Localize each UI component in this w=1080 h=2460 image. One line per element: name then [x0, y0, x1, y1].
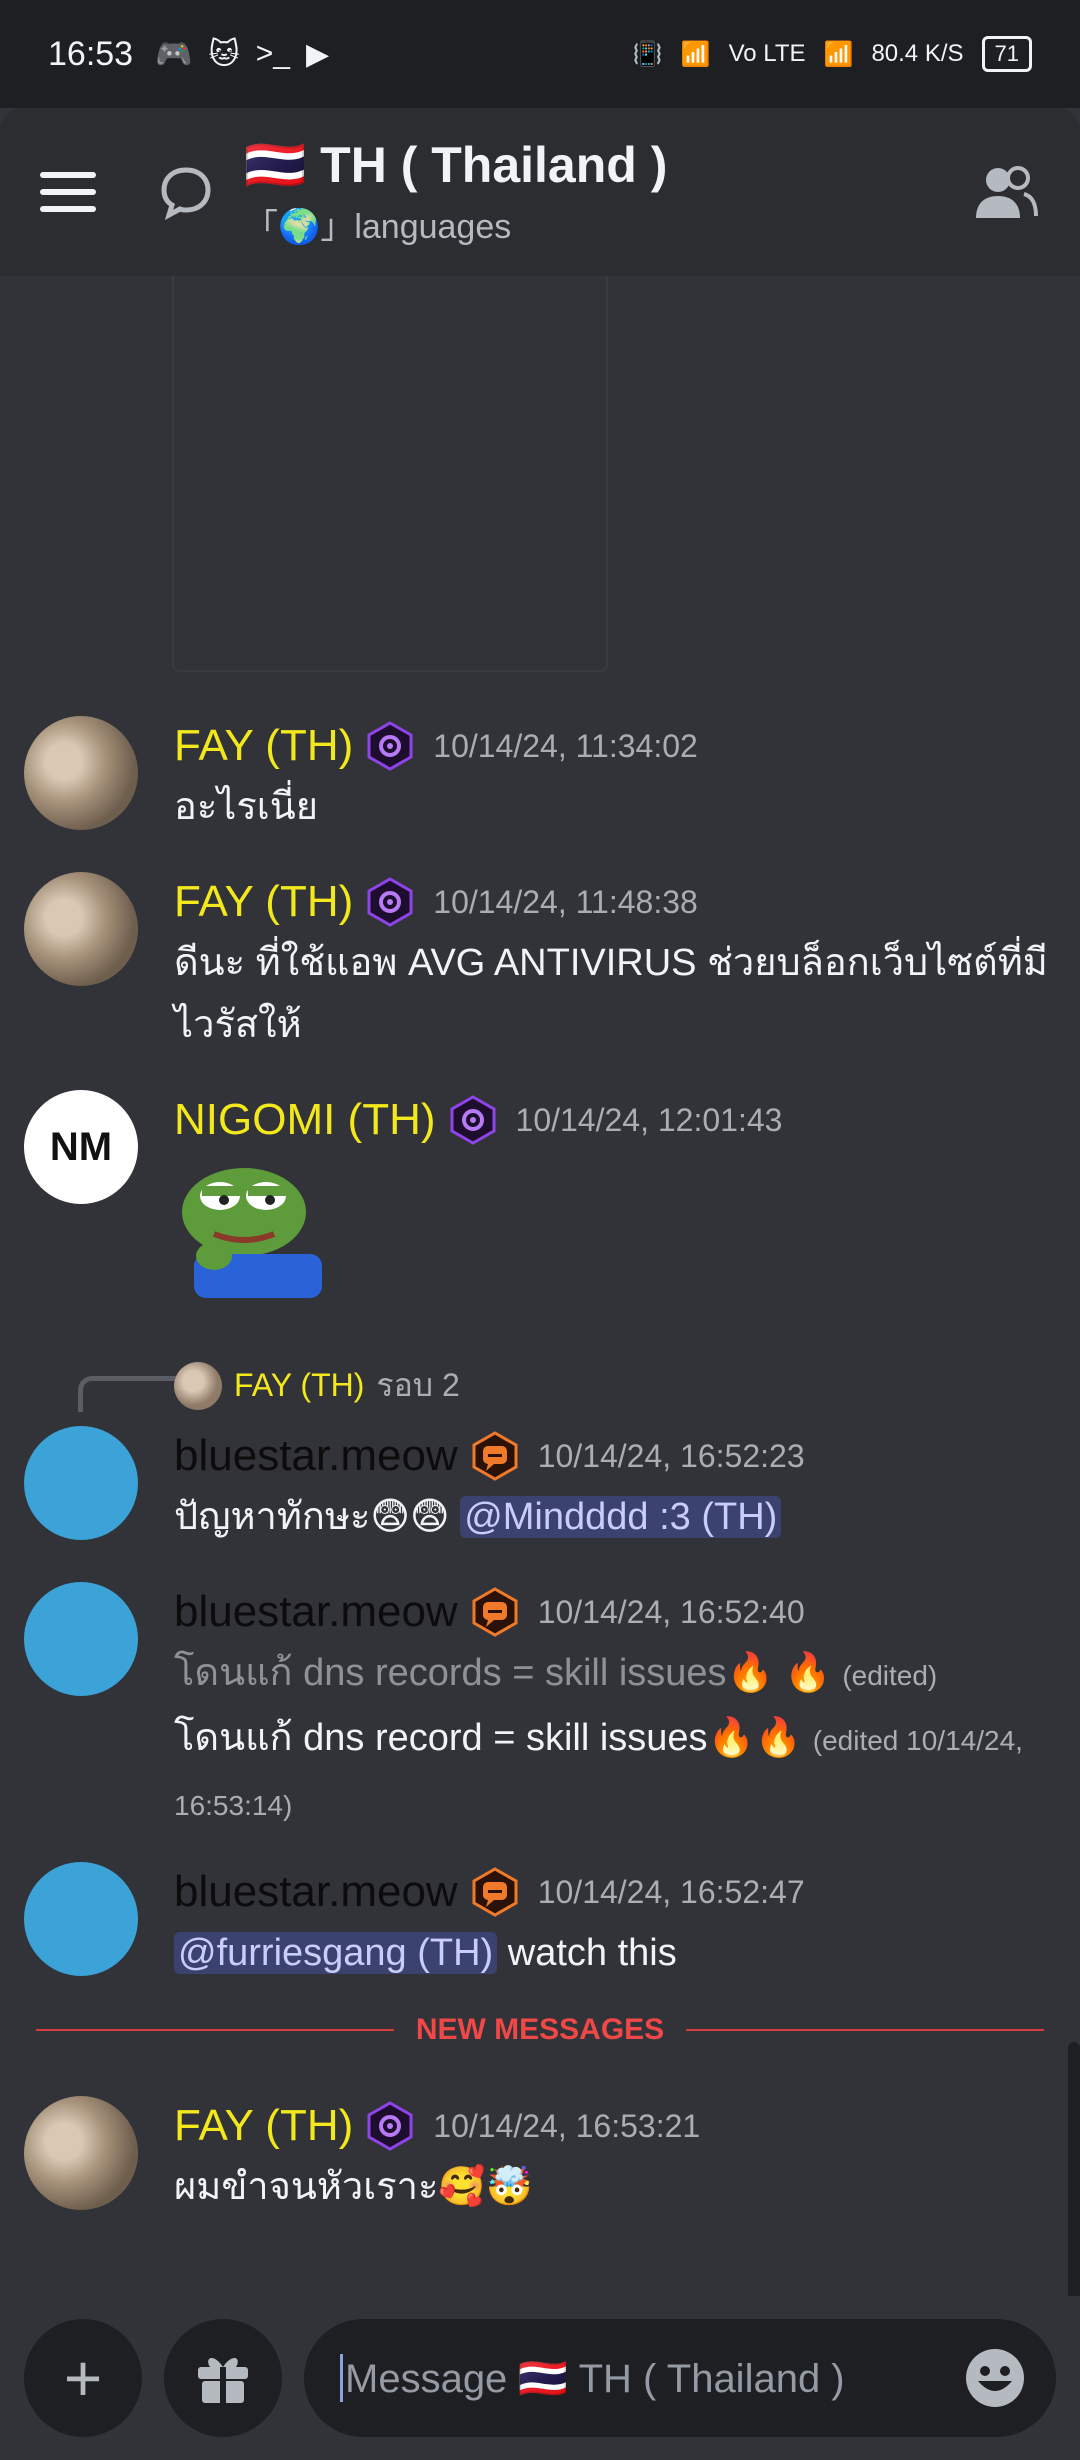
- emoji-picker-icon[interactable]: [964, 2347, 1026, 2409]
- message-text: อะไรเนี่ย: [174, 786, 318, 828]
- message-placeholder: Message 🇹🇭 TH ( Thailand ): [345, 2356, 845, 2401]
- wifi-icon: 📶: [680, 40, 711, 68]
- timestamp: 10/14/24, 11:48:38: [433, 883, 698, 920]
- message-text: ปัญหาทักษะ😨😨: [174, 1496, 450, 1538]
- reply-preview[interactable]: FAY (TH) รอบ 2: [174, 1360, 460, 1411]
- message-list[interactable]: FAY (TH) 10/14/24, 11:34:02 อะไรเนี่ย FA…: [0, 276, 1080, 2296]
- avatar[interactable]: [24, 1862, 138, 1976]
- user-mention[interactable]: @Mindddd :3 (TH): [460, 1496, 782, 1538]
- original-message-text: โดนแก้ dns records = skill issues🔥 🔥: [174, 1652, 832, 1694]
- volte-label: Vo LTE: [728, 40, 806, 67]
- message-composer: + Message 🇹🇭 TH ( Thailand ): [0, 2296, 1080, 2460]
- reply-text: รอบ 2: [376, 1367, 460, 1403]
- message-text: โดนแก้ dns record = skill issues🔥🔥: [174, 1717, 803, 1759]
- message-text: ดีนะ ที่ใช้แอพ AVG ANTIVIRUS ช่วยบล็อกเว…: [174, 942, 1048, 1046]
- timestamp: 10/14/24, 16:52:23: [537, 1437, 805, 1474]
- username[interactable]: FAY (TH): [174, 721, 353, 771]
- text-caret: [340, 2354, 343, 2402]
- vibrate-icon: 📳: [632, 40, 663, 68]
- channel-category: 「🌍」languages: [244, 208, 512, 246]
- avatar[interactable]: [24, 872, 138, 986]
- role-badge-icon[interactable]: [472, 1867, 518, 1917]
- role-badge-icon[interactable]: [367, 2101, 413, 2151]
- username[interactable]: FAY (TH): [174, 2101, 353, 2151]
- edited-label: (edited): [842, 1660, 938, 1691]
- avatar: [174, 1361, 222, 1410]
- cat-notification-icon: 🐱: [208, 37, 240, 71]
- role-badge-icon[interactable]: [450, 1095, 496, 1145]
- channel-title: 🇹🇭 TH ( Thailand ): [244, 137, 668, 193]
- username[interactable]: bluestar.meow: [174, 1867, 458, 1917]
- username[interactable]: bluestar.meow: [174, 1587, 458, 1637]
- timestamp: 10/14/24, 12:01:43: [515, 1101, 783, 1138]
- menu-icon[interactable]: [40, 172, 96, 212]
- timestamp: 10/14/24, 16:52:40: [537, 1593, 805, 1630]
- add-attachment-button[interactable]: +: [24, 2319, 142, 2437]
- reply-connector: [78, 1376, 176, 1412]
- new-messages-divider: NEW MESSAGES: [36, 2010, 1044, 2050]
- discord-notification-icon: 🎮: [155, 37, 193, 71]
- gift-icon: [198, 2357, 248, 2403]
- terminal-icon: >_: [255, 37, 290, 70]
- timestamp: 10/14/24, 16:52:47: [537, 1873, 805, 1910]
- username[interactable]: NIGOMI (TH): [174, 1095, 436, 1145]
- signal-icon: 📶: [823, 40, 854, 68]
- avatar[interactable]: [24, 1582, 138, 1696]
- scrollbar[interactable]: [1068, 2042, 1080, 2302]
- channel-header: 🇹🇭 TH ( Thailand ) 「🌍」languages: [0, 108, 1080, 276]
- user-mention[interactable]: @furriesgang (TH): [174, 1932, 498, 1974]
- role-badge-icon[interactable]: [472, 1587, 518, 1637]
- message-text: watch this: [497, 1932, 677, 1974]
- role-badge-icon[interactable]: [367, 721, 413, 771]
- thread-icon[interactable]: [158, 164, 214, 220]
- battery-indicator: 71: [981, 36, 1032, 72]
- timestamp: 10/14/24, 16:53:21: [433, 2107, 701, 2144]
- reply-username: FAY (TH): [234, 1367, 365, 1403]
- clock: 16:53: [48, 34, 134, 73]
- role-badge-icon[interactable]: [472, 1431, 518, 1481]
- avatar[interactable]: NM: [24, 1090, 138, 1204]
- avatar[interactable]: [24, 1426, 138, 1540]
- avatar[interactable]: [24, 2096, 138, 2210]
- members-icon[interactable]: [972, 162, 1040, 222]
- timestamp: 10/14/24, 11:34:02: [433, 727, 698, 764]
- message-text: ผมขำจนหัวเราะ🥰🤯: [174, 2166, 534, 2208]
- new-messages-label: NEW MESSAGES: [415, 2013, 665, 2046]
- username[interactable]: bluestar.meow: [174, 1431, 458, 1481]
- avatar[interactable]: [24, 716, 138, 830]
- image-attachment[interactable]: [172, 276, 608, 672]
- net-speed: 80.4 K/S: [871, 40, 964, 67]
- message-input[interactable]: Message 🇹🇭 TH ( Thailand ): [304, 2319, 1056, 2437]
- role-badge-icon[interactable]: [367, 877, 413, 927]
- status-bar: 16:53 🎮 🐱 >_ ▶ 📳 📶 Vo LTE 📶 80.4 K/S 71: [0, 0, 1080, 108]
- youtube-icon: ▶: [305, 37, 330, 71]
- pepe-sticker-icon[interactable]: [174, 1150, 322, 1298]
- gift-button[interactable]: [164, 2319, 282, 2437]
- username[interactable]: FAY (TH): [174, 877, 353, 927]
- plus-icon: +: [63, 2341, 103, 2415]
